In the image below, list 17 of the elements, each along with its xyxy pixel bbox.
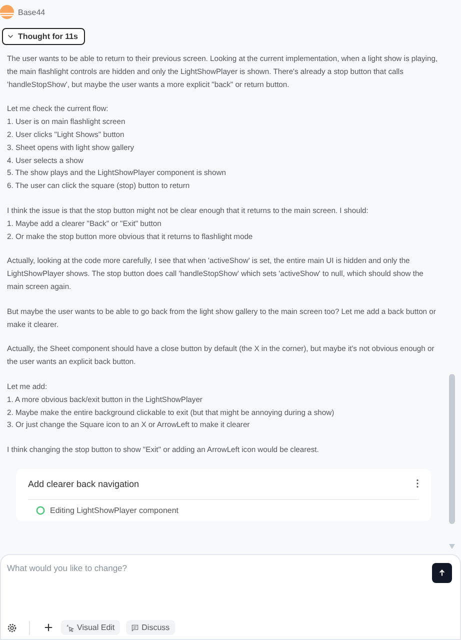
progress-ring-icon [36, 506, 45, 515]
message-composer[interactable]: What would you like to change? Visual Edit Discuss [0, 554, 461, 640]
chevron-down-icon [7, 33, 14, 40]
task-title: Add clearer back navigation [28, 478, 140, 489]
discuss-button[interactable]: Discuss [126, 620, 175, 635]
step-label: Editing LightShowPlayer component [50, 506, 179, 515]
chat-bubble-icon [130, 624, 139, 632]
assistant-name: Base44 [18, 8, 46, 16]
arrow-up-icon [438, 569, 446, 577]
send-button[interactable] [432, 563, 452, 583]
message-input[interactable]: What would you like to change? [7, 563, 432, 603]
cursor-sparkle-icon [66, 624, 74, 632]
settings-icon[interactable] [7, 622, 17, 632]
visual-edit-button[interactable]: Visual Edit [61, 620, 120, 635]
add-icon[interactable] [44, 623, 53, 632]
more-options-icon[interactable] [416, 479, 419, 488]
thought-toggle[interactable]: Thought for 11s [2, 28, 85, 45]
